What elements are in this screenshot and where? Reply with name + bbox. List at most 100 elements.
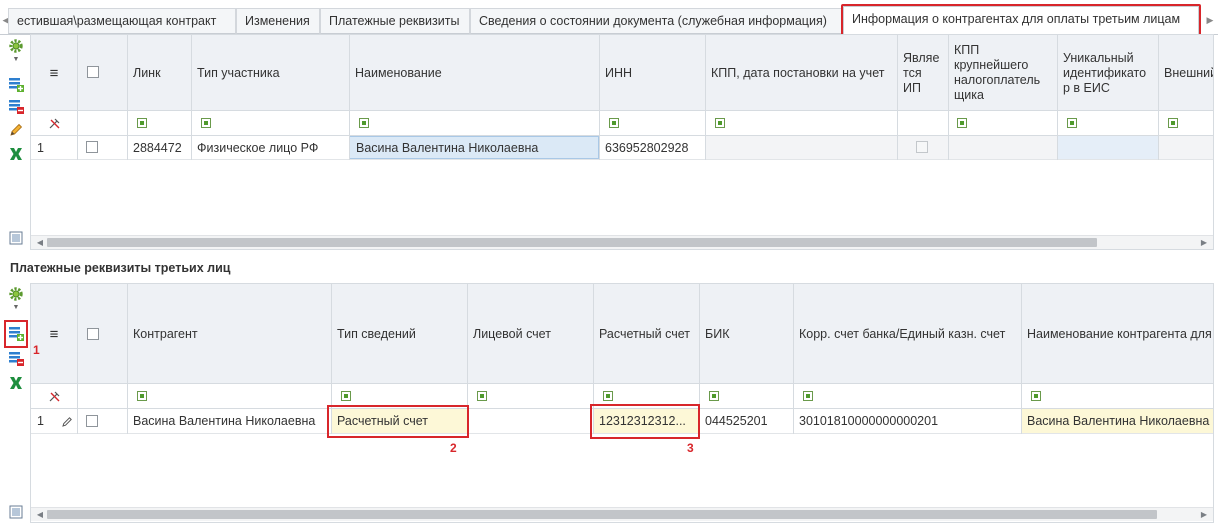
tab-label: Изменения xyxy=(245,14,310,28)
grid-settings-icon[interactable] xyxy=(5,228,27,248)
horizontal-scrollbar[interactable]: ◀ ▶ xyxy=(31,507,1213,521)
filter-name[interactable] xyxy=(359,118,369,128)
cell-kpp[interactable] xyxy=(705,136,897,159)
tab-third-party-info[interactable]: Информация о контрагентах для оплаты тре… xyxy=(843,6,1199,35)
chevron-down-icon[interactable]: ▼ xyxy=(5,54,27,64)
column-header-bik[interactable]: БИК xyxy=(699,284,793,384)
column-header-kpp[interactable]: КПП, дата постановки на учет xyxy=(705,35,897,111)
column-header-corr-account[interactable]: Корр. счет банка/Единый казн. счет xyxy=(793,284,1021,384)
column-label: Внешний xyxy=(1164,65,1214,80)
column-header-link[interactable]: Линк xyxy=(127,35,191,111)
filter-counterparty-name[interactable] xyxy=(1031,391,1041,401)
gear-icon[interactable] xyxy=(5,36,27,56)
filter-eis-id[interactable] xyxy=(1067,118,1077,128)
cell-counterparty-name[interactable]: Васина Валентина Николаевна xyxy=(1021,409,1213,433)
pencil-icon[interactable] xyxy=(5,120,27,140)
gear-icon[interactable] xyxy=(5,284,27,304)
column-header-is-ip[interactable]: Являе тся ИП xyxy=(897,35,948,111)
grid-settings-icon[interactable] xyxy=(5,502,27,522)
annotation-label-1: 1 xyxy=(33,343,40,357)
filter-kpp[interactable] xyxy=(715,118,725,128)
cell-corr-account[interactable]: 30101810000000000201 xyxy=(793,409,1021,433)
row-checkbox[interactable] xyxy=(86,415,98,427)
cell-inn[interactable]: 636952802928 xyxy=(599,136,705,159)
scroll-left-icon[interactable]: ◀ xyxy=(33,236,47,249)
filter-participant-type[interactable] xyxy=(201,118,211,128)
column-divider xyxy=(793,284,794,434)
scroll-right-icon[interactable]: ▶ xyxy=(1197,236,1211,249)
scroll-right-icon[interactable]: ▶ xyxy=(1197,508,1211,521)
pencil-icon[interactable] xyxy=(60,415,74,429)
clear-filter-icon[interactable] xyxy=(48,116,62,130)
cell-counterparty[interactable]: Васина Валентина Николаевна xyxy=(127,409,331,433)
select-all-checkbox[interactable] xyxy=(87,66,99,78)
column-header-participant-type[interactable]: Тип участника xyxy=(191,35,349,111)
tab-document-state[interactable]: Сведения о состоянии документа (служебна… xyxy=(470,8,843,34)
payment-details-grid: ≡ Контрагент Тип сведений Лицевой счет Р… xyxy=(30,283,1214,523)
cell-bik[interactable]: 044525201 xyxy=(699,409,793,433)
filter-bik[interactable] xyxy=(709,391,719,401)
cell-participant-type[interactable]: Физическое лицо РФ xyxy=(191,136,349,159)
column-header-settlement-account[interactable]: Расчетный счет xyxy=(593,284,699,384)
column-divider xyxy=(349,35,350,160)
column-label: Тип сведений xyxy=(337,326,416,341)
hamburger-icon[interactable]: ≡ xyxy=(31,35,77,111)
scrollbar-thumb[interactable] xyxy=(47,238,1097,247)
excel-icon[interactable] xyxy=(5,144,27,164)
add-row-icon[interactable] xyxy=(5,74,27,94)
excel-icon[interactable] xyxy=(5,373,27,393)
cell-external[interactable] xyxy=(1158,136,1213,159)
select-all-checkbox[interactable] xyxy=(87,328,99,340)
table-row[interactable]: 1 Васина Валентина Николаевна Расчетный … xyxy=(31,409,1213,434)
column-header-name[interactable]: Наименование xyxy=(349,35,599,111)
column-header-counterparty-name[interactable]: Наименование контрагента для xyxy=(1021,284,1213,384)
filter-settlement-account[interactable] xyxy=(603,391,613,401)
cell-settlement-account[interactable]: 12312312312... xyxy=(593,409,699,433)
cell-text: Расчетный счет xyxy=(337,414,428,428)
column-header-kpp-major[interactable]: КПП крупнейшего налогоплатель щика xyxy=(948,35,1057,111)
delete-row-icon[interactable] xyxy=(5,96,27,116)
grid-header: ≡ Контрагент Тип сведений Лицевой счет Р… xyxy=(31,284,1213,384)
filter-inn[interactable] xyxy=(609,118,619,128)
column-header-external[interactable]: Внешний xyxy=(1158,35,1214,111)
tab-payment-details[interactable]: Платежные реквизиты xyxy=(320,8,470,34)
tab-changes[interactable]: Изменения xyxy=(236,8,320,34)
filter-external[interactable] xyxy=(1168,118,1178,128)
cell-link[interactable]: 2884472 xyxy=(127,136,191,159)
filter-link[interactable] xyxy=(137,118,147,128)
scrollbar-thumb[interactable] xyxy=(47,510,1157,519)
clear-filter-icon[interactable] xyxy=(48,389,62,403)
cell-text: 044525201 xyxy=(705,414,768,428)
contractors-grid: ≡ Линк Тип участника Наименование ИНН КП… xyxy=(30,34,1214,250)
horizontal-scrollbar[interactable]: ◀ ▶ xyxy=(31,235,1213,249)
column-header-counterparty[interactable]: Контрагент xyxy=(127,284,331,384)
scroll-left-icon[interactable]: ◀ xyxy=(33,508,47,521)
filter-kpp-major[interactable] xyxy=(957,118,967,128)
column-label: Являе тся ИП xyxy=(903,50,940,95)
cell-info-type[interactable]: Расчетный счет xyxy=(331,409,467,433)
cell-personal-account[interactable] xyxy=(467,409,593,433)
filter-personal-account[interactable] xyxy=(477,391,487,401)
table-row[interactable]: 1 2884472 Физическое лицо РФ Васина Вале… xyxy=(31,136,1213,160)
row-checkbox[interactable] xyxy=(86,141,98,153)
cell-kpp-major[interactable] xyxy=(948,136,1057,159)
cell-name[interactable]: Васина Валентина Николаевна xyxy=(349,136,599,159)
column-header-personal-account[interactable]: Лицевой счет xyxy=(467,284,593,384)
filter-counterparty[interactable] xyxy=(137,391,147,401)
filter-row xyxy=(31,111,1213,136)
hamburger-icon[interactable]: ≡ xyxy=(31,284,77,384)
filter-corr-account[interactable] xyxy=(803,391,813,401)
column-header-eis-id[interactable]: Уникальный идентификато р в ЕИС xyxy=(1057,35,1158,111)
tab-placing-customer[interactable]: естившая\размещающая контракт xyxy=(8,8,236,34)
filter-info-type[interactable] xyxy=(341,391,351,401)
is-ip-checkbox[interactable] xyxy=(916,141,928,153)
tab-label: Сведения о состоянии документа (служебна… xyxy=(479,14,827,28)
add-row-icon[interactable] xyxy=(5,323,27,343)
cell-eis-id[interactable] xyxy=(1057,136,1158,159)
column-header-info-type[interactable]: Тип сведений xyxy=(331,284,467,384)
column-header-inn[interactable]: ИНН xyxy=(599,35,705,111)
chevron-right-icon[interactable]: ▶ xyxy=(1204,10,1216,30)
delete-row-icon[interactable] xyxy=(5,348,27,368)
chevron-down-icon[interactable]: ▼ xyxy=(5,302,27,312)
cell-text: 2884472 xyxy=(133,140,182,155)
